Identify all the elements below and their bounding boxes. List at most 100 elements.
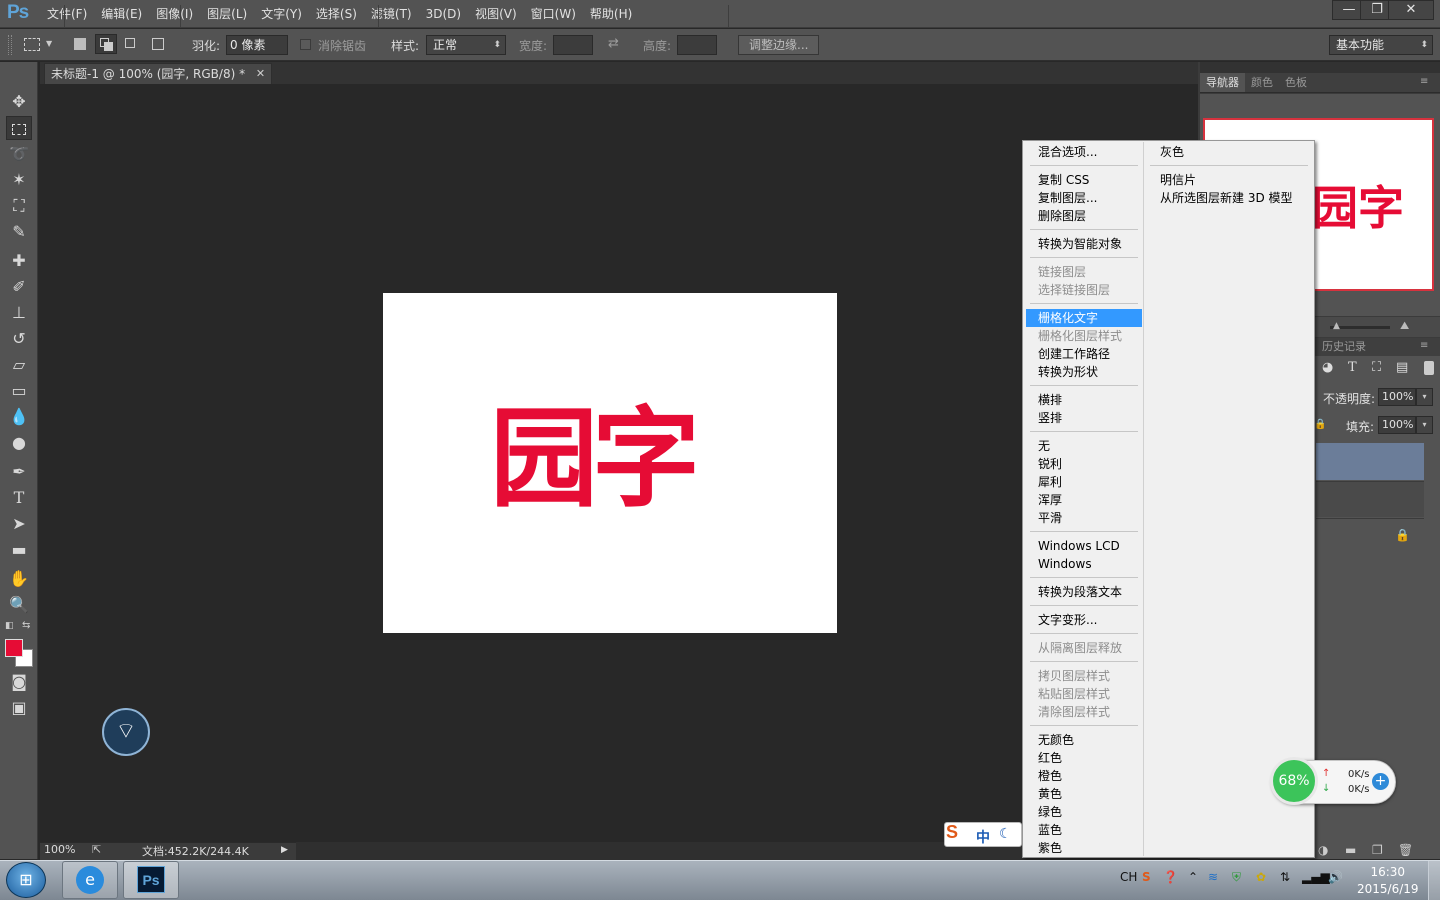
menu-item[interactable]: 橙色	[1038, 767, 1062, 785]
marquee-preset-icon[interactable]	[24, 38, 40, 51]
menu-item[interactable]: 混合选项...	[1038, 143, 1097, 161]
menu-item[interactable]: 横排	[1038, 391, 1062, 409]
volume-icon[interactable]: 🔊	[1328, 870, 1343, 884]
style-select[interactable]: 正常 ⬍	[426, 35, 506, 55]
magic-wand-tool-icon[interactable]: ✶	[6, 168, 32, 192]
path-selection-tool-icon[interactable]: ➤	[6, 512, 32, 536]
options-grip[interactable]	[8, 35, 12, 55]
brush-tool-icon[interactable]: ✐	[6, 275, 32, 299]
document-tab[interactable]: 未标题-1 @ 100% (园字, RGB/8) * ✕	[44, 63, 273, 84]
menu-file[interactable]: 文件(F)	[40, 0, 94, 28]
swap-dimensions-icon[interactable]: ⇄	[608, 36, 619, 51]
add-selection-button[interactable]	[95, 34, 117, 54]
menu-item[interactable]: 明信片	[1160, 171, 1196, 189]
menu-item[interactable]: 删除图层	[1038, 207, 1086, 225]
speed-plus-icon[interactable]: +	[1372, 773, 1389, 790]
menu-item[interactable]: 转换为智能对象	[1038, 235, 1122, 253]
zoom-level[interactable]: 100%	[44, 843, 75, 856]
status-menu-arrow-icon[interactable]: ▶	[281, 845, 288, 855]
sogou-tray-icon[interactable]: S	[1142, 870, 1151, 884]
panel-menu-icon[interactable]: ≡	[1420, 76, 1428, 87]
menu-item[interactable]: 复制图层...	[1038, 189, 1097, 207]
menu-item[interactable]: 黄色	[1038, 785, 1062, 803]
menu-filter[interactable]: 滤镜(T)	[364, 0, 419, 28]
layer-row[interactable]	[1316, 481, 1424, 517]
tab-navigator[interactable]: 导航器	[1200, 73, 1245, 92]
eyedropper-tool-icon[interactable]: ✎	[6, 220, 32, 244]
menu-item[interactable]: 创建工作路径	[1038, 345, 1110, 363]
menu-item[interactable]: 无	[1038, 437, 1050, 455]
menu-item[interactable]: 转换为段落文本	[1038, 583, 1122, 601]
start-button-icon[interactable]: ⊞	[6, 862, 46, 898]
menu-item[interactable]: Windows	[1038, 555, 1092, 573]
tab-history[interactable]: 历史记录	[1316, 338, 1372, 356]
menu-item[interactable]: Windows LCD	[1038, 537, 1120, 555]
tray-expand-icon[interactable]: ⌃	[1188, 870, 1198, 884]
menu-item[interactable]: 栅格化文字	[1038, 309, 1098, 327]
menu-item[interactable]: 蓝色	[1038, 821, 1062, 839]
wifi-floating-icon[interactable]: ⌔	[102, 708, 150, 756]
type-tool-icon[interactable]: T	[6, 486, 32, 510]
screen-mode-icon[interactable]: ▣	[6, 696, 32, 720]
smart-object-filter-icon[interactable]: ▤	[1396, 360, 1408, 375]
menu-window[interactable]: 窗口(W)	[524, 0, 583, 28]
wifi-tray-icon[interactable]: ≋	[1208, 870, 1218, 884]
opacity-input[interactable]: 100%	[1378, 388, 1416, 406]
menu-item[interactable]: 红色	[1038, 749, 1062, 767]
menu-item[interactable]: 锐利	[1038, 455, 1062, 473]
tab-swatches[interactable]: 色板	[1279, 73, 1313, 92]
delete-layer-icon[interactable]: 🗑	[1398, 843, 1413, 857]
menu-image[interactable]: 图像(I)	[149, 0, 200, 28]
export-icon[interactable]: ⇱	[92, 843, 101, 856]
type-filter-icon[interactable]: T	[1348, 360, 1357, 375]
intersect-selection-icon[interactable]	[152, 38, 164, 50]
menu-edit[interactable]: 编辑(E)	[94, 0, 149, 28]
width-input[interactable]	[553, 35, 593, 55]
quick-mask-icon[interactable]: ◙	[6, 670, 32, 694]
layer-row-selected[interactable]	[1316, 443, 1424, 480]
fill-input[interactable]: 100%	[1378, 416, 1416, 434]
menu-item[interactable]: 犀利	[1038, 473, 1062, 491]
help-tray-icon[interactable]: ❓	[1163, 870, 1178, 884]
show-desktop-button[interactable]	[1428, 861, 1440, 900]
antialias-checkbox[interactable]	[300, 39, 311, 50]
close-tab-icon[interactable]: ✕	[256, 64, 265, 84]
workspace-select[interactable]: 基本功能 ⬍	[1329, 35, 1433, 55]
filter-toggle[interactable]	[1424, 361, 1434, 375]
panel-menu-icon[interactable]: ≡	[1420, 340, 1428, 351]
network-tray-icon[interactable]: ⇅	[1280, 870, 1290, 884]
menu-layer[interactable]: 图层(L)	[200, 0, 254, 28]
menu-view[interactable]: 视图(V)	[468, 0, 524, 28]
dodge-tool-icon[interactable]: ●	[6, 431, 32, 455]
menu-item[interactable]: 紫色	[1038, 839, 1062, 857]
zoom-tool-icon[interactable]: 🔍	[6, 593, 32, 617]
swap-colors-icon[interactable]: ⇆	[22, 620, 30, 631]
new-layer-icon[interactable]: ❐	[1372, 843, 1383, 857]
new-group-icon[interactable]: ▬	[1345, 843, 1356, 857]
preset-dropdown-icon[interactable]: ▼	[46, 39, 52, 48]
menu-item[interactable]: 竖排	[1038, 409, 1062, 427]
menu-item[interactable]: 从所选图层新建 3D 模型	[1160, 189, 1293, 207]
foreground-color-swatch[interactable]	[5, 639, 23, 657]
lock-icon[interactable]: 🔒	[1314, 419, 1326, 430]
height-input[interactable]	[677, 35, 717, 55]
crop-tool-icon[interactable]: ⛶	[6, 194, 32, 218]
menu-type[interactable]: 文字(Y)	[254, 0, 309, 28]
ime-halfwidth-moon-icon[interactable]: ☾	[999, 826, 1012, 842]
security-shield-icon[interactable]: ⛨	[1232, 870, 1241, 885]
sogou-ime-icon[interactable]: S	[946, 822, 958, 843]
close-window-button[interactable]: ✕	[1388, 0, 1434, 20]
blur-tool-icon[interactable]: 💧	[6, 405, 32, 429]
menu-item[interactable]: 浑厚	[1038, 491, 1062, 509]
fill-dropdown-icon[interactable]: ▾	[1416, 416, 1433, 434]
subtract-selection-icon[interactable]	[125, 38, 135, 48]
hand-tool-icon[interactable]: ✋	[6, 567, 32, 591]
menu-help[interactable]: 帮助(H)	[583, 0, 639, 28]
history-brush-tool-icon[interactable]: ↺	[6, 327, 32, 351]
lasso-tool-icon[interactable]: ➰	[6, 142, 32, 166]
zoom-slider-handle-icon[interactable]: ▲	[1333, 321, 1340, 331]
menu-item[interactable]: 无颜色	[1038, 731, 1074, 749]
move-tool-icon[interactable]: ✥	[6, 90, 32, 114]
menu-3d[interactable]: 3D(D)	[419, 0, 468, 28]
language-indicator[interactable]: CH	[1120, 870, 1137, 884]
